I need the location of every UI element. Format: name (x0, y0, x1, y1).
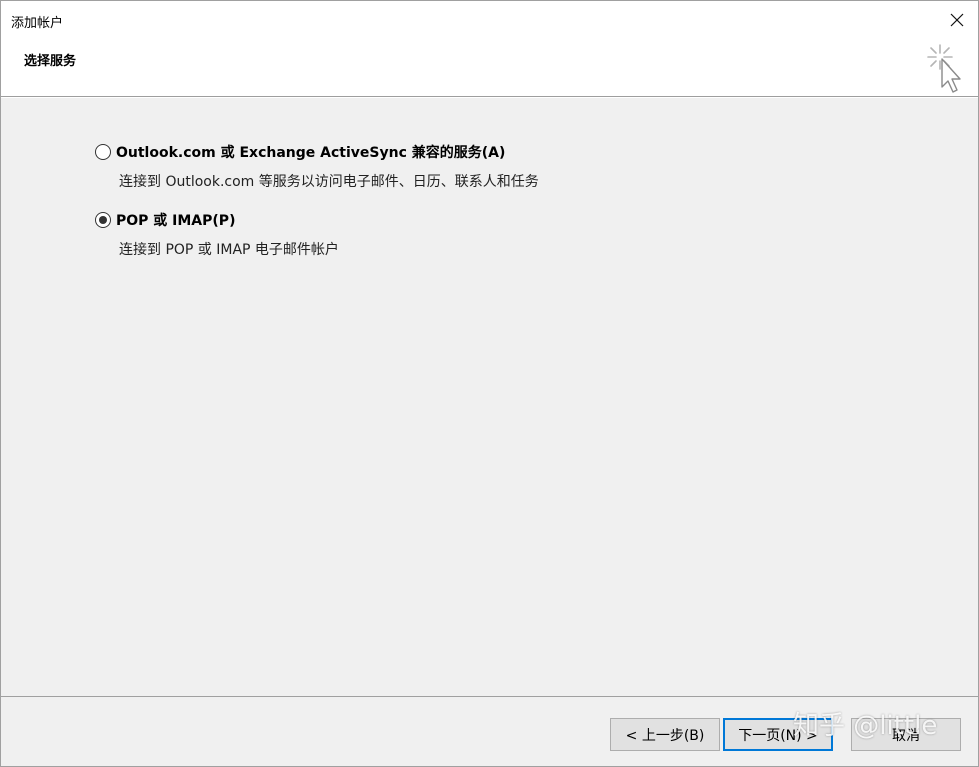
service-options-panel: Outlook.com 或 Exchange ActiveSync 兼容的服务(… (1, 98, 978, 696)
next-button[interactable]: 下一页(N) > (723, 718, 833, 751)
radio-pop-imap[interactable]: POP 或 IMAP(P) (95, 210, 339, 230)
radio-button-unchecked[interactable] (95, 144, 111, 160)
title-bar: 添加帐户 (1, 1, 978, 39)
window-title: 添加帐户 (11, 16, 64, 31)
close-icon (950, 13, 964, 27)
page-title: 选择服务 (24, 54, 77, 69)
wizard-cursor-icon (927, 44, 961, 93)
wizard-header: 选择服务 (1, 39, 978, 97)
cancel-button[interactable]: 取消 (851, 718, 961, 751)
option-description: 连接到 POP 或 IMAP 电子邮件帐户 (119, 242, 339, 258)
radio-button-checked[interactable] (95, 212, 111, 228)
option-label: Outlook.com 或 Exchange ActiveSync 兼容的服务(… (116, 145, 506, 161)
option-label: POP 或 IMAP(P) (116, 213, 236, 229)
option-outlook-exchange: Outlook.com 或 Exchange ActiveSync 兼容的服务(… (95, 142, 539, 191)
close-button[interactable] (946, 9, 968, 31)
back-button[interactable]: < 上一步(B) (610, 718, 720, 751)
radio-outlook-exchange[interactable]: Outlook.com 或 Exchange ActiveSync 兼容的服务(… (95, 142, 539, 162)
add-account-dialog: 添加帐户 选择服务 Outlook.com 或 Exchange ActiveS… (0, 0, 979, 767)
button-bar: < 上一步(B) 下一页(N) > 取消 (1, 696, 978, 766)
option-description: 连接到 Outlook.com 等服务以访问电子邮件、日历、联系人和任务 (119, 174, 539, 190)
option-pop-imap: POP 或 IMAP(P) 连接到 POP 或 IMAP 电子邮件帐户 (95, 210, 339, 259)
